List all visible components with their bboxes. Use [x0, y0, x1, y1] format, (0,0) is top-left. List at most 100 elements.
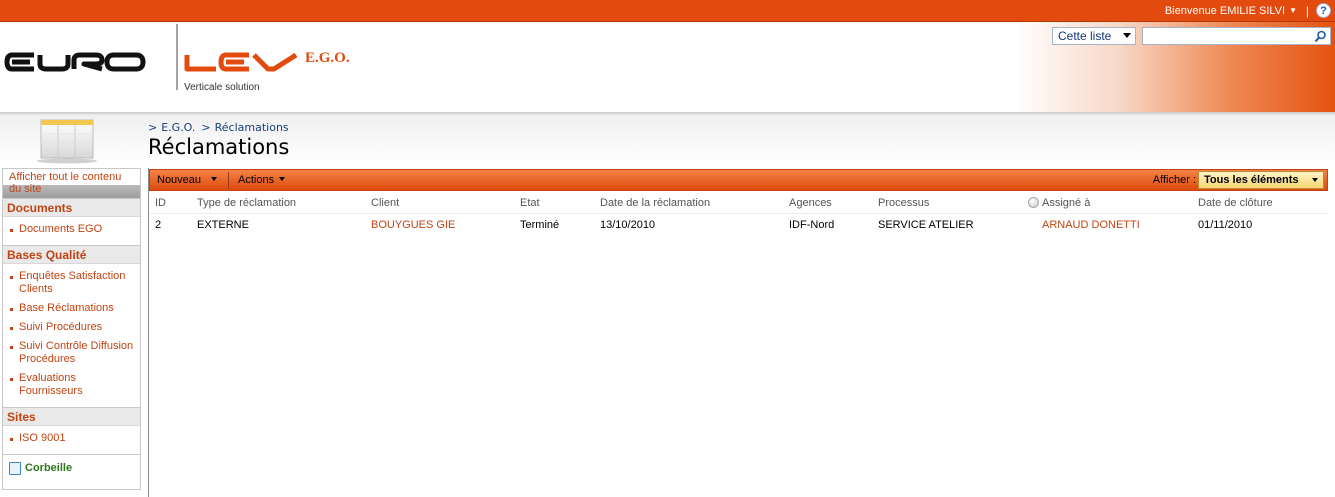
- column-header-label[interactable]: Type de réclamation: [197, 197, 296, 209]
- column-header-label[interactable]: Processus: [878, 197, 929, 209]
- column-header[interactable]: Assigné à: [1028, 197, 1090, 209]
- search-scope-select[interactable]: Cette liste: [1052, 27, 1136, 45]
- column-header[interactable]: Type de réclamation: [197, 197, 296, 209]
- nav-item[interactable]: Evaluations Fournisseurs: [3, 369, 140, 401]
- nav-heading-2[interactable]: Sites: [3, 407, 140, 426]
- column-header[interactable]: ID: [155, 197, 166, 209]
- recycle-bin-link[interactable]: Corbeille: [3, 454, 140, 482]
- nav-item-label[interactable]: Suivi Procédures: [19, 321, 102, 333]
- list-icon: [37, 119, 97, 164]
- column-header-label[interactable]: Agences: [789, 197, 832, 209]
- breadcrumb-link-reclamations[interactable]: Réclamations: [215, 121, 289, 134]
- magnifier-icon[interactable]: [1314, 30, 1327, 43]
- chevron-down-icon[interactable]: [1312, 178, 1318, 182]
- tagline: Verticale solution: [184, 82, 260, 93]
- breadcrumb-link-ego[interactable]: E.G.O.: [161, 121, 195, 134]
- nav-item[interactable]: ISO 9001: [3, 429, 140, 448]
- column-header[interactable]: Date de clôture: [1198, 197, 1273, 209]
- list-toolbar: Nouveau Actions Afficher : Tous les élém…: [149, 169, 1328, 191]
- column-header-label[interactable]: Date de la réclamation: [600, 197, 710, 209]
- search-scope-value[interactable]: Cette liste: [1058, 29, 1111, 43]
- table-cell: 2: [155, 219, 162, 231]
- bullet-icon: [10, 308, 13, 311]
- nav-sections: Documents Documents EGO Bases Qualité Enquê…: [3, 198, 140, 454]
- column-header-label[interactable]: ID: [155, 197, 166, 209]
- chevron-down-icon[interactable]: [211, 177, 218, 181]
- new-menu-button[interactable]: Nouveau: [157, 174, 218, 186]
- title-area: > E.G.O. > Réclamations Réclamations: [0, 116, 1335, 166]
- toolbar-separator: [228, 172, 229, 189]
- top-bar: Bienvenue EMILIE SILVI ▼ | ?: [0, 0, 1335, 22]
- recycle-bin-label[interactable]: Corbeille: [25, 462, 72, 474]
- view-label: Afficher :: [1152, 174, 1196, 186]
- nav-item-label[interactable]: Suivi Contrôle Diffusion Procédures: [19, 340, 133, 365]
- view-selector[interactable]: Tous les éléments: [1198, 171, 1324, 189]
- nav-list: ISO 9001: [3, 426, 140, 454]
- welcome-text[interactable]: Bienvenue EMILIE SILVI: [1165, 5, 1285, 17]
- welcome-menu[interactable]: Bienvenue EMILIE SILVI ▼: [1165, 5, 1297, 17]
- table-header-row: ID Type de réclamation Client Etat Date de l…: [149, 192, 1329, 214]
- new-menu-label[interactable]: Nouveau: [157, 174, 201, 186]
- nav-item-label[interactable]: Enquêtes Satisfaction Clients: [19, 270, 125, 295]
- table-body: 2 EXTERNE BOUYGUES GIE Terminé 13/10/2010 IDF…: [149, 214, 1329, 236]
- column-header[interactable]: Client: [371, 197, 399, 209]
- bullet-icon: [10, 438, 13, 441]
- column-header[interactable]: Date de la réclamation: [600, 197, 710, 209]
- page-title: Réclamations: [148, 135, 290, 159]
- table-row[interactable]: 2 EXTERNE BOUYGUES GIE Terminé 13/10/2010 IDF…: [149, 214, 1329, 236]
- view-all-site-content-link[interactable]: Afficher tout le contenu du site: [3, 169, 140, 198]
- recycle-bin-icon[interactable]: [9, 462, 21, 475]
- nav-heading-1[interactable]: Bases Qualité: [3, 245, 140, 264]
- nav-heading-0[interactable]: Documents: [3, 198, 140, 217]
- breadcrumb: > E.G.O. > Réclamations: [148, 121, 289, 134]
- nav-item[interactable]: Base Réclamations: [3, 299, 140, 318]
- logo-suffix: E.G.O.: [305, 50, 350, 66]
- separator: |: [1305, 4, 1309, 18]
- bullet-icon: [10, 346, 13, 349]
- table-cell: 01/11/2010: [1198, 219, 1253, 231]
- table-cell: Terminé: [520, 219, 560, 231]
- column-header[interactable]: Agences: [789, 197, 832, 209]
- breadcrumb-separator: >: [201, 121, 211, 134]
- actions-menu-button[interactable]: Actions: [238, 174, 286, 186]
- presence-icon: [1028, 197, 1039, 208]
- chevron-down-icon[interactable]: [279, 177, 286, 181]
- chevron-down-icon[interactable]: ▼: [1289, 6, 1297, 15]
- table-cell-link[interactable]: ARNAUD DONETTI: [1042, 219, 1140, 231]
- column-header-label[interactable]: Assigné à: [1042, 197, 1090, 209]
- list-view-table: ID Type de réclamation Client Etat Date de l…: [149, 192, 1329, 236]
- column-header[interactable]: Processus: [878, 197, 929, 209]
- table-cell-link[interactable]: BOUYGUES GIE: [371, 219, 455, 231]
- table-cell: SERVICE ATELIER: [878, 219, 974, 231]
- column-header[interactable]: Etat: [520, 197, 540, 209]
- search-input[interactable]: [1142, 27, 1312, 45]
- nav-item-label[interactable]: Base Réclamations: [19, 302, 114, 314]
- column-header-label[interactable]: Date de clôture: [1198, 197, 1273, 209]
- nav-item[interactable]: Suivi Procédures: [3, 318, 140, 337]
- site-header: E.G.O. Verticale solution Cette liste Ac…: [0, 22, 1335, 134]
- bullet-icon: [10, 378, 13, 381]
- chevron-down-icon[interactable]: [1123, 33, 1131, 38]
- bullet-icon: [10, 229, 13, 232]
- nav-item[interactable]: Documents EGO: [3, 220, 140, 239]
- view-selector-value[interactable]: Tous les éléments: [1204, 174, 1299, 186]
- nav-item-label[interactable]: Evaluations Fournisseurs: [19, 372, 83, 397]
- nav-list: Documents EGO: [3, 217, 140, 245]
- column-header-label[interactable]: Client: [371, 197, 399, 209]
- breadcrumb-separator: >: [148, 121, 158, 134]
- nav-item-label[interactable]: ISO 9001: [19, 432, 65, 444]
- actions-menu-label[interactable]: Actions: [238, 174, 274, 186]
- bullet-icon: [10, 327, 13, 330]
- search-button[interactable]: [1311, 27, 1331, 45]
- nav-item-label[interactable]: Documents EGO: [19, 223, 102, 235]
- quick-launch: Afficher tout le contenu du site Documen…: [2, 168, 141, 490]
- column-header-label[interactable]: Etat: [520, 197, 540, 209]
- table-cell: EXTERNE: [197, 219, 249, 231]
- nav-list: Enquêtes Satisfaction Clients Base Réclam…: [3, 264, 140, 407]
- nav-item[interactable]: Enquêtes Satisfaction Clients: [3, 267, 140, 299]
- table-cell: IDF-Nord: [789, 219, 835, 231]
- nav-item[interactable]: Suivi Contrôle Diffusion Procédures: [3, 337, 140, 369]
- help-icon[interactable]: ?: [1316, 3, 1331, 18]
- table-cell: 13/10/2010: [600, 219, 656, 231]
- bullet-icon: [10, 276, 13, 279]
